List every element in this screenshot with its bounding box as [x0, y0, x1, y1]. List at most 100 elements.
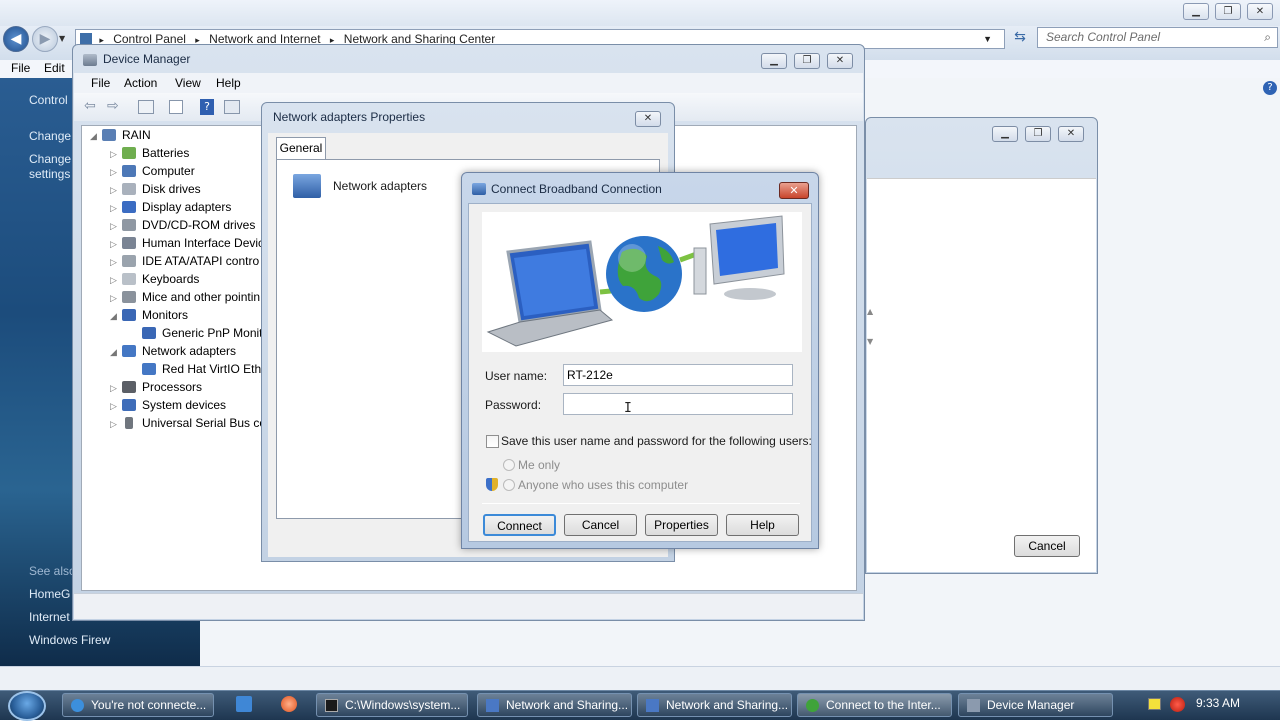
expand-arrow-icon[interactable]: ▷	[110, 181, 122, 199]
taskbar-item-ie[interactable]: You're not connecte...	[62, 693, 214, 717]
explorer-folder-icon[interactable]	[236, 696, 252, 712]
maximize-button[interactable]: ❐	[1025, 126, 1051, 142]
tree-node-network-adapters[interactable]: ◢ Network adapters	[110, 342, 236, 360]
tree-node-generic-monitor[interactable]: Generic PnP Monit	[142, 324, 263, 342]
tree-node-computer[interactable]: ▷ Computer	[110, 162, 195, 180]
tree-node-virtio[interactable]: Red Hat VirtIO Ethe	[142, 360, 268, 378]
taskbar-item-connect[interactable]: Connect to the Inter...	[797, 693, 952, 717]
minimize-button[interactable]: ▁	[761, 53, 787, 69]
expand-arrow-icon[interactable]: ▷	[110, 217, 122, 235]
tree-node-display-adapters[interactable]: ▷ Display adapters	[110, 198, 231, 216]
forward-button[interactable]: ▶	[32, 26, 58, 52]
tree-node-dvd[interactable]: ▷ DVD/CD-ROM drives	[110, 216, 255, 234]
expand-arrow-icon[interactable]: ▷	[110, 289, 122, 307]
connect-button[interactable]: Connect	[483, 514, 556, 536]
maximize-button[interactable]: ❐	[1215, 3, 1241, 20]
back-button[interactable]: ◀	[3, 26, 29, 52]
close-button[interactable]: ✕	[1247, 3, 1273, 20]
properties-icon[interactable]	[169, 100, 183, 114]
command-prompt-icon	[325, 699, 338, 712]
tree-node-batteries[interactable]: ▷ Batteries	[110, 144, 189, 162]
collapse-arrow-icon[interactable]: ◢	[110, 307, 122, 325]
tree-node-keyboards[interactable]: ▷ Keyboards	[110, 270, 199, 288]
username-input[interactable]: RT-212e	[563, 364, 793, 386]
tree-node-processors[interactable]: ▷ Processors	[110, 378, 202, 396]
sidebar-link[interactable]: HomeG	[29, 587, 70, 601]
close-button[interactable]: ✕	[1058, 126, 1084, 142]
recent-pages-chevron-icon[interactable]: ▼	[59, 34, 65, 43]
scroll-down-icon[interactable]: ▼	[867, 337, 873, 346]
sidebar-link[interactable]: settings	[29, 167, 70, 181]
start-button[interactable]	[8, 691, 46, 721]
system-clock[interactable]: 9:33 AM	[1196, 696, 1266, 710]
menu-file[interactable]: File	[11, 61, 30, 75]
minimize-button[interactable]: ▁	[1183, 3, 1209, 20]
expand-arrow-icon[interactable]: ▷	[110, 415, 122, 433]
device-manager-icon	[967, 699, 980, 712]
menu-help[interactable]: Help	[216, 76, 241, 90]
tree-node-disk-drives[interactable]: ▷ Disk drives	[110, 180, 201, 198]
anyone-radio[interactable]	[503, 479, 515, 491]
password-label: Password:	[485, 398, 542, 412]
taskbar-item-cmd[interactable]: C:\Windows\system...	[316, 693, 468, 717]
network-status-icon[interactable]	[1170, 697, 1185, 712]
tree-node-system-devices[interactable]: ▷ System devices	[110, 396, 226, 414]
sidebar-link[interactable]: Windows Firew	[29, 633, 110, 647]
search-input[interactable]: Search Control Panel ⌕	[1037, 27, 1278, 48]
tree-node-rain[interactable]: ◢ RAIN	[90, 126, 151, 144]
expand-arrow-icon[interactable]: ▷	[110, 163, 122, 181]
menu-edit[interactable]: Edit	[44, 61, 65, 75]
collapse-arrow-icon[interactable]: ◢	[90, 127, 102, 145]
menu-file[interactable]: File	[91, 76, 110, 90]
help-icon[interactable]: ?	[200, 99, 214, 115]
expand-arrow-icon[interactable]: ▷	[110, 379, 122, 397]
password-input[interactable]	[563, 393, 793, 415]
properties-button[interactable]: Properties	[645, 514, 718, 536]
close-button[interactable]: ✕	[827, 53, 853, 69]
globe-icon	[806, 699, 819, 712]
tree-view-icon[interactable]	[138, 100, 154, 114]
save-credentials-checkbox[interactable]	[486, 435, 499, 448]
expand-arrow-icon[interactable]: ▷	[110, 397, 122, 415]
sidebar-link[interactable]: Control	[29, 93, 68, 107]
cancel-button[interactable]: Cancel	[564, 514, 637, 536]
scan-hardware-icon[interactable]	[224, 100, 240, 114]
tree-node-ide[interactable]: ▷ IDE ATA/ATAPI contro	[110, 252, 259, 270]
menu-view[interactable]: View	[175, 76, 201, 90]
collapse-arrow-icon[interactable]: ◢	[110, 343, 122, 361]
help-button[interactable]: Help	[726, 514, 799, 536]
forward-arrow-icon[interactable]: ⇨	[107, 98, 119, 114]
maximize-button[interactable]: ❐	[794, 53, 820, 69]
tree-node-usb[interactable]: ▷ Universal Serial Bus co	[110, 414, 266, 432]
me-only-label: Me only	[518, 458, 561, 472]
expand-arrow-icon[interactable]: ▷	[110, 145, 122, 163]
sidebar-link[interactable]: Change	[29, 129, 71, 143]
menu-action[interactable]: Action	[124, 76, 157, 90]
action-center-flag-icon[interactable]	[1148, 698, 1161, 710]
expand-arrow-icon[interactable]: ▷	[110, 235, 122, 253]
save-credentials-label: Save this user name and password for the…	[501, 434, 812, 448]
close-button[interactable]: ✕	[779, 182, 809, 199]
expand-arrow-icon[interactable]: ▷	[110, 199, 122, 217]
scroll-up-icon[interactable]: ▲	[867, 307, 873, 316]
minimize-button[interactable]: ▁	[992, 126, 1018, 142]
refresh-icon[interactable]: ⇆	[1010, 29, 1030, 49]
expand-arrow-icon[interactable]: ▷	[110, 271, 122, 289]
taskbar-item-device-manager[interactable]: Device Manager	[958, 693, 1113, 717]
expand-arrow-icon[interactable]: ▷	[110, 253, 122, 271]
me-only-radio[interactable]	[503, 459, 515, 471]
cancel-button[interactable]: Cancel	[1014, 535, 1080, 557]
sidebar-link[interactable]: Change	[29, 152, 71, 166]
tree-node-mice[interactable]: ▷ Mice and other pointin	[110, 288, 260, 306]
back-arrow-icon[interactable]: ⇦	[84, 98, 96, 114]
tab-general[interactable]: General	[276, 137, 326, 160]
tree-node-monitors[interactable]: ◢ Monitors	[110, 306, 188, 324]
tree-node-hid[interactable]: ▷ Human Interface Devic	[110, 234, 264, 252]
taskbar-item-network-sharing-1[interactable]: Network and Sharing...	[477, 693, 632, 717]
taskbar-item-network-sharing-2[interactable]: Network and Sharing...	[637, 693, 792, 717]
close-button[interactable]: ✕	[635, 111, 661, 127]
media-player-icon[interactable]	[281, 696, 297, 712]
help-icon[interactable]: ?	[1263, 81, 1277, 95]
sidebar-link[interactable]: Internet	[29, 610, 70, 624]
address-dropdown-icon[interactable]: ▼	[983, 30, 992, 48]
